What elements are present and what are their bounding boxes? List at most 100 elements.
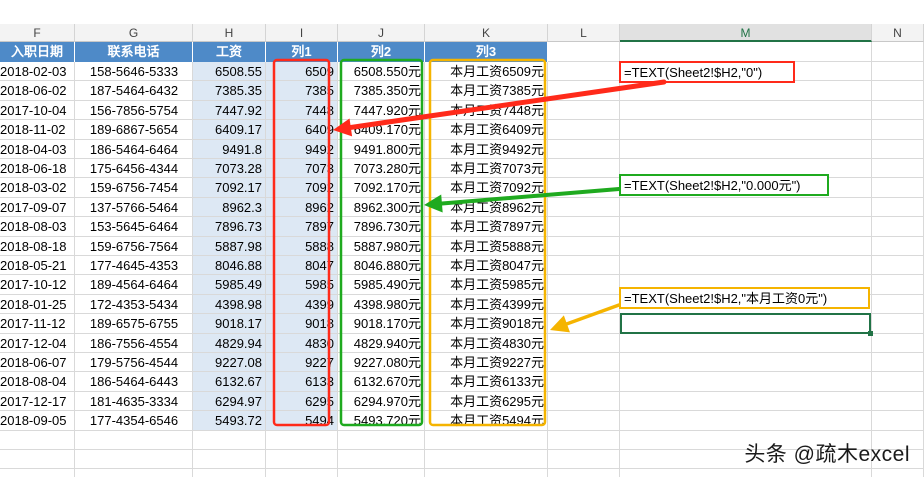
table-cell[interactable]: 4829.94 bbox=[193, 334, 266, 353]
table-cell[interactable]: 8962.3 bbox=[193, 198, 266, 217]
table-cell[interactable]: 172-4353-5434 bbox=[75, 295, 193, 314]
table-cell[interactable]: 186-7556-4554 bbox=[75, 334, 193, 353]
table-cell[interactable]: 156-7856-5754 bbox=[75, 101, 193, 120]
table-cell[interactable]: 7073 bbox=[266, 159, 338, 178]
table-cell[interactable]: 本月工资7897元 bbox=[425, 217, 548, 236]
table-cell[interactable]: 本月工资7073元 bbox=[425, 159, 548, 178]
table-cell[interactable]: 5985.490元 bbox=[338, 275, 425, 294]
table-cell[interactable]: 9227.080元 bbox=[338, 353, 425, 372]
table-cell[interactable]: 本月工资4399元 bbox=[425, 295, 548, 314]
table-header-cell[interactable]: 列3 bbox=[425, 42, 548, 62]
table-cell[interactable]: 5985.49 bbox=[193, 275, 266, 294]
table-cell[interactable]: 本月工资4830元 bbox=[425, 334, 548, 353]
table-cell[interactable]: 2017-12-17 bbox=[0, 392, 75, 411]
table-cell[interactable]: 2018-06-02 bbox=[0, 81, 75, 100]
table-cell[interactable]: 159-6756-7564 bbox=[75, 237, 193, 256]
table-cell[interactable]: 本月工资5494元 bbox=[425, 411, 548, 430]
column-header-l[interactable]: L bbox=[548, 24, 620, 42]
table-cell[interactable]: 7447.92 bbox=[193, 101, 266, 120]
table-cell[interactable]: 4398.980元 bbox=[338, 295, 425, 314]
table-cell[interactable]: 175-6456-4344 bbox=[75, 159, 193, 178]
spreadsheet-grid[interactable]: F G H I J K L M N 入职日期 联系电话 工资 列1 列2 列3 2018-02-03 158-5… bbox=[0, 0, 924, 477]
table-cell[interactable]: 本月工资8047元 bbox=[425, 256, 548, 275]
table-cell[interactable]: 4829.940元 bbox=[338, 334, 425, 353]
table-header-cell[interactable]: 列1 bbox=[266, 42, 338, 62]
table-cell[interactable]: 2018-05-21 bbox=[0, 256, 75, 275]
table-cell[interactable]: 本月工资7385元 bbox=[425, 81, 548, 100]
table-cell[interactable]: 6132.67 bbox=[193, 372, 266, 391]
table-cell[interactable]: 137-5766-5464 bbox=[75, 198, 193, 217]
table-cell[interactable]: 7092 bbox=[266, 178, 338, 197]
table-cell[interactable]: 8962 bbox=[266, 198, 338, 217]
table-cell[interactable]: 5887.98 bbox=[193, 237, 266, 256]
formula-annotation[interactable]: =TEXT(Sheet2!$H2,"本月工资0元") bbox=[619, 287, 870, 309]
table-cell[interactable]: 6294.970元 bbox=[338, 392, 425, 411]
table-cell[interactable]: 本月工资6509元 bbox=[425, 62, 548, 81]
table-cell[interactable]: 2017-11-12 bbox=[0, 314, 75, 333]
table-cell[interactable]: 本月工资5888元 bbox=[425, 237, 548, 256]
table-cell[interactable]: 2018-08-18 bbox=[0, 237, 75, 256]
table-cell[interactable]: 8046.880元 bbox=[338, 256, 425, 275]
table-cell[interactable]: 7897 bbox=[266, 217, 338, 236]
table-cell[interactable]: 本月工资6295元 bbox=[425, 392, 548, 411]
table-cell[interactable]: 177-4354-6546 bbox=[75, 411, 193, 430]
table-cell[interactable]: 2018-06-07 bbox=[0, 353, 75, 372]
table-cell[interactable]: 2018-08-04 bbox=[0, 372, 75, 391]
table-cell[interactable]: 189-6575-6755 bbox=[75, 314, 193, 333]
table-cell[interactable]: 7448 bbox=[266, 101, 338, 120]
table-cell[interactable]: 5494 bbox=[266, 411, 338, 430]
table-cell[interactable]: 181-4635-3334 bbox=[75, 392, 193, 411]
table-cell[interactable]: 7447.920元 bbox=[338, 101, 425, 120]
table-cell[interactable]: 186-5464-6443 bbox=[75, 372, 193, 391]
table-header-cell[interactable]: 工资 bbox=[193, 42, 266, 62]
table-header-cell[interactable]: 联系电话 bbox=[75, 42, 193, 62]
table-cell[interactable]: 6508.55 bbox=[193, 62, 266, 81]
table-cell[interactable]: 5985 bbox=[266, 275, 338, 294]
table-cell[interactable]: 2018-01-25 bbox=[0, 295, 75, 314]
table-cell[interactable]: 9491.8 bbox=[193, 140, 266, 159]
table-header-cell[interactable]: 入职日期 bbox=[0, 42, 75, 62]
table-cell[interactable]: 187-5464-6432 bbox=[75, 81, 193, 100]
column-header-f[interactable]: F bbox=[0, 24, 75, 42]
formula-annotation[interactable]: =TEXT(Sheet2!$H2,"0") bbox=[619, 61, 795, 83]
table-cell[interactable]: 177-4645-4353 bbox=[75, 256, 193, 275]
table-cell[interactable]: 6409.17 bbox=[193, 120, 266, 139]
table-cell[interactable]: 5493.720元 bbox=[338, 411, 425, 430]
column-header-m[interactable]: M bbox=[620, 24, 872, 42]
table-cell[interactable]: 5493.72 bbox=[193, 411, 266, 430]
column-header-g[interactable]: G bbox=[75, 24, 193, 42]
fill-handle[interactable] bbox=[868, 330, 873, 336]
table-cell[interactable]: 186-5464-6464 bbox=[75, 140, 193, 159]
table-cell[interactable]: 本月工资5985元 bbox=[425, 275, 548, 294]
table-cell[interactable]: 189-4564-6464 bbox=[75, 275, 193, 294]
table-header-cell[interactable]: 列2 bbox=[338, 42, 425, 62]
table-cell[interactable]: 7896.730元 bbox=[338, 217, 425, 236]
table-cell[interactable]: 4398.98 bbox=[193, 295, 266, 314]
table-cell[interactable]: 2018-04-03 bbox=[0, 140, 75, 159]
table-cell[interactable]: 7385.35 bbox=[193, 81, 266, 100]
table-cell[interactable]: 4830 bbox=[266, 334, 338, 353]
table-cell[interactable]: 6509 bbox=[266, 62, 338, 81]
table-cell[interactable]: 6409.170元 bbox=[338, 120, 425, 139]
column-header-k[interactable]: K bbox=[425, 24, 548, 42]
table-cell[interactable]: 5888 bbox=[266, 237, 338, 256]
table-cell[interactable]: 7385 bbox=[266, 81, 338, 100]
table-cell[interactable]: 8962.300元 bbox=[338, 198, 425, 217]
table-cell[interactable]: 6132.670元 bbox=[338, 372, 425, 391]
table-cell[interactable]: 9018.17 bbox=[193, 314, 266, 333]
table-cell[interactable]: 2017-10-04 bbox=[0, 101, 75, 120]
table-cell[interactable]: 2018-02-03 bbox=[0, 62, 75, 81]
formula-annotation[interactable]: =TEXT(Sheet2!$H2,"0.000元") bbox=[619, 174, 829, 196]
table-cell[interactable]: 6294.97 bbox=[193, 392, 266, 411]
table-cell[interactable]: 9018.170元 bbox=[338, 314, 425, 333]
table-cell[interactable]: 本月工资6133元 bbox=[425, 372, 548, 391]
table-cell[interactable]: 189-6867-5654 bbox=[75, 120, 193, 139]
table-cell[interactable]: 本月工资6409元 bbox=[425, 120, 548, 139]
column-header-h[interactable]: H bbox=[193, 24, 266, 42]
table-cell[interactable]: 2017-10-12 bbox=[0, 275, 75, 294]
table-cell[interactable]: 本月工资9018元 bbox=[425, 314, 548, 333]
column-header-i[interactable]: I bbox=[266, 24, 338, 42]
table-cell[interactable]: 本月工资8962元 bbox=[425, 198, 548, 217]
table-cell[interactable]: 158-5646-5333 bbox=[75, 62, 193, 81]
table-cell[interactable]: 4399 bbox=[266, 295, 338, 314]
